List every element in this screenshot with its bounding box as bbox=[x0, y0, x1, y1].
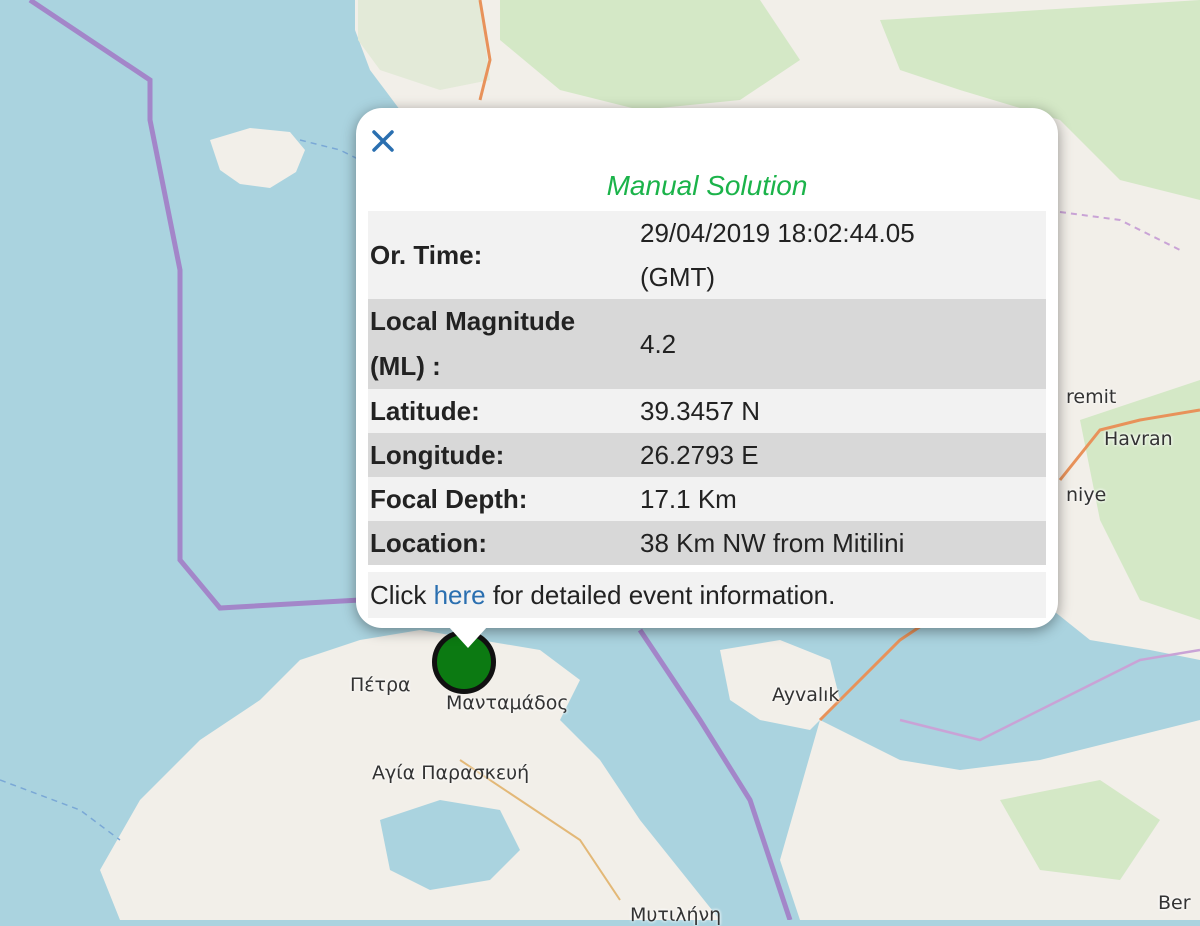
row-key-latitude: Latitude: bbox=[370, 396, 480, 426]
map-label-ber: Ber bbox=[1158, 892, 1191, 914]
row-key-or-time: Or. Time: bbox=[370, 240, 483, 270]
close-icon bbox=[372, 130, 394, 152]
popup-footer: Click here for detailed event informatio… bbox=[368, 572, 1046, 618]
table-row: Latitude: 39.3457 N bbox=[368, 389, 1046, 433]
map-label-niye: niye bbox=[1066, 484, 1107, 506]
popup-close-button[interactable] bbox=[366, 124, 400, 158]
row-value-or-time: 29/04/2019 18:02:44.05 (GMT) bbox=[638, 211, 1046, 299]
footer-suffix: for detailed event information. bbox=[485, 580, 836, 610]
row-value-latitude: 39.3457 N bbox=[640, 396, 760, 426]
table-row: Longitude: 26.2793 E bbox=[368, 433, 1046, 477]
popup-tip bbox=[448, 626, 488, 648]
or-time-line2: (GMT) bbox=[640, 262, 716, 292]
table-row: Local Magnitude (ML) : 4.2 bbox=[368, 299, 1046, 389]
map-label-mytilini: Μυτιλήνη bbox=[630, 904, 722, 926]
row-value-longitude: 26.2793 E bbox=[640, 440, 759, 470]
table-row: Or. Time: 29/04/2019 18:02:44.05 (GMT) bbox=[368, 211, 1046, 299]
event-info-table: Or. Time: 29/04/2019 18:02:44.05 (GMT) L… bbox=[368, 211, 1046, 565]
row-key-longitude: Longitude: bbox=[370, 440, 505, 470]
map-label-ayvalik: Ayvalık bbox=[772, 684, 840, 706]
row-key-focal-depth: Focal Depth: bbox=[370, 484, 528, 514]
popup-title: Manual Solution bbox=[606, 170, 808, 201]
row-value-local-magnitude: 4.2 bbox=[640, 328, 677, 359]
map-label-remit: remit bbox=[1066, 386, 1117, 408]
or-time-line1: 29/04/2019 18:02:44.05 bbox=[640, 218, 915, 248]
map-label-petra: Πέτρα bbox=[350, 674, 411, 696]
table-row: Location: 38 Km NW from Mitilini bbox=[368, 521, 1046, 565]
map-label-mantamados: Μανταμάδος bbox=[446, 692, 569, 714]
table-row: Focal Depth: 17.1 Km bbox=[368, 477, 1046, 521]
footer-prefix: Click bbox=[370, 580, 434, 610]
map-label-agia-paraskevi: Αγία Παρασκευή bbox=[372, 762, 530, 784]
row-key-local-magnitude: Local Magnitude (ML) : bbox=[368, 299, 638, 389]
row-value-location: 38 Km NW from Mitilini bbox=[640, 528, 905, 558]
detailed-info-link[interactable]: here bbox=[434, 580, 486, 610]
row-key-location: Location: bbox=[370, 528, 487, 558]
local-magnitude-line1: Local Magnitude bbox=[370, 306, 576, 336]
map-label-havran: Havran bbox=[1104, 428, 1173, 450]
local-magnitude-line2: (ML) : bbox=[370, 351, 441, 381]
row-value-focal-depth: 17.1 Km bbox=[640, 484, 737, 514]
